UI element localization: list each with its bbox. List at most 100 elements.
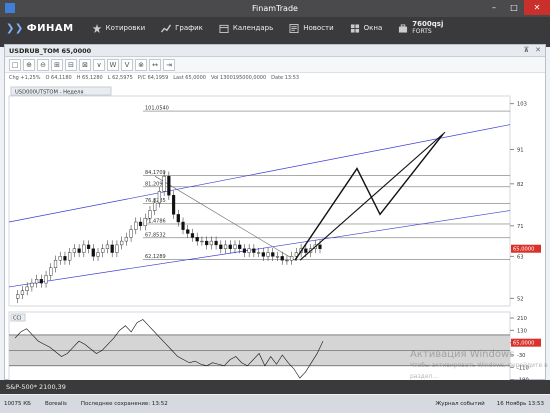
tool-indicator[interactable]: ∨ [93,58,105,71]
price-tick-label: 91 [517,147,524,153]
menu-quotes-label: Котировки [105,24,146,32]
footer-clock: 16 Ноябрь 13:53 [496,401,544,407]
candle-body [233,244,237,249]
candle-body [82,244,86,253]
quote-low: L 62,5975 [107,75,133,81]
candle-body [223,244,228,249]
menu-news-label: Новости [303,24,334,32]
candle-body [271,252,275,257]
candle-body [115,244,119,253]
cci-value-label: 65,0000 [513,341,534,347]
app-icon [5,3,15,13]
menu-windows[interactable]: Окна [350,23,383,33]
menu-chart[interactable]: График [161,24,203,33]
candle-body [318,244,322,249]
candle-body [247,248,251,253]
footer-saved: Последнее сохранение: 13:52 [80,401,168,407]
fib-level-label: 84,1709 [145,170,166,176]
tool-new[interactable]: □ [9,58,21,71]
candle-body [49,267,53,276]
candle-body [205,240,209,246]
candle-body [148,210,152,219]
tool-grid[interactable]: ⊞ [51,58,63,71]
price-tick-label: 63 [517,254,524,260]
tool-zoom-in[interactable]: ⊕ [23,58,35,71]
candle-body [214,240,218,246]
candle-body [252,248,256,253]
candle-body [25,286,29,291]
candle-body [16,294,20,299]
candle-body [157,191,162,204]
candle-body [96,252,100,257]
indicator-label: CCI [13,316,21,322]
candle-body [242,248,247,253]
candle-body [77,248,81,253]
close-button[interactable]: ✕ [524,0,550,15]
candle-body [238,244,242,249]
menu-quotes[interactable]: Котировки [92,23,146,33]
candle-body [228,244,232,249]
finam-logo[interactable]: ❯❯ ФИНАМ [6,23,74,34]
tool-settings[interactable]: ⊗ [135,58,147,71]
cci-tick-label: 130 [517,328,527,334]
minimize-button[interactable]: – [484,0,504,15]
quote-last: Last 65,0000 [173,75,206,81]
tool-fit[interactable]: ↔ [149,58,161,71]
account-selector[interactable]: 7600qsj FORTS [398,20,443,36]
price-tick-label: 52 [517,296,524,302]
star-icon [92,23,102,33]
tool-end[interactable]: ⇥ [163,58,175,71]
window-title: FinamTrade [252,4,298,13]
tool-zoom-out[interactable]: ⊖ [37,58,49,71]
logo-arrow-icon: ❯❯ [6,22,24,34]
tool-check[interactable]: V [121,58,133,71]
chart-panel-title: USDRUB_TOM 65,0000 ⊼ ✕ [5,45,545,57]
candle-body [53,259,58,269]
candle-body [171,195,176,215]
menu-calendar[interactable]: Календарь [219,24,273,33]
price-chart[interactable]: USD000UTSTOM - Неделя 103 91 82 71 63 52 101,05… [5,84,545,380]
quote-high: H 65,1280 [76,75,103,81]
menu-news[interactable]: Новости [289,23,334,33]
candle-body [200,240,204,243]
news-icon [289,23,299,33]
title-bar: FinamTrade – □ ✕ [0,0,550,17]
pin-icon[interactable]: ⊼ [523,46,529,54]
price-tick-label: 82 [517,182,524,188]
candle-body [20,290,25,295]
candle-body [68,252,72,261]
candle-body [39,279,43,284]
candle-body [266,252,270,257]
tool-layout[interactable]: ⊟ [65,58,77,71]
footer-memory: 10075 КБ [4,401,31,407]
ticker-status-text: S&P-500* 2100,39 [6,383,66,391]
candle-body [162,175,166,192]
menu-calendar-label: Календарь [232,24,274,32]
candle-body [275,256,280,258]
candle-body [285,259,289,262]
candle-body [101,248,105,253]
fib-level-label: 101,0540 [145,106,169,112]
fib-level-label: 67,8532 [145,232,166,238]
maximize-button[interactable]: □ [504,0,524,15]
quote-volume: Vol 1300195000,0000 [210,75,267,81]
candle-body [209,240,213,246]
account-sub: FORTS [412,28,432,35]
chart-panel-title-text: USDRUB_TOM 65,0000 [9,46,92,55]
candle-body [86,244,91,249]
candle-body [124,237,128,242]
candle-body [143,217,147,227]
price-tick-label: 103 [517,102,527,108]
app-window: FinamTrade – □ ✕ ❯❯ ФИНАМ Котировки Графи… [0,0,550,413]
tool-template[interactable]: ⊠ [79,58,91,71]
top-menu-bar: ❯❯ ФИНАМ Котировки График Календарь Новос… [0,17,550,39]
menu-windows-label: Окна [363,24,383,32]
candle-body [138,221,143,227]
logo-text: ФИНАМ [26,22,74,34]
price-tag-label: 65,0000 [513,247,534,253]
price-tick-label: 71 [517,224,524,230]
panel-close-icon[interactable]: ✕ [535,46,541,54]
event-log-link[interactable]: Журнал событий [435,401,484,407]
account-id: 7600qsj [412,20,444,28]
tool-wave[interactable]: W [107,58,119,71]
